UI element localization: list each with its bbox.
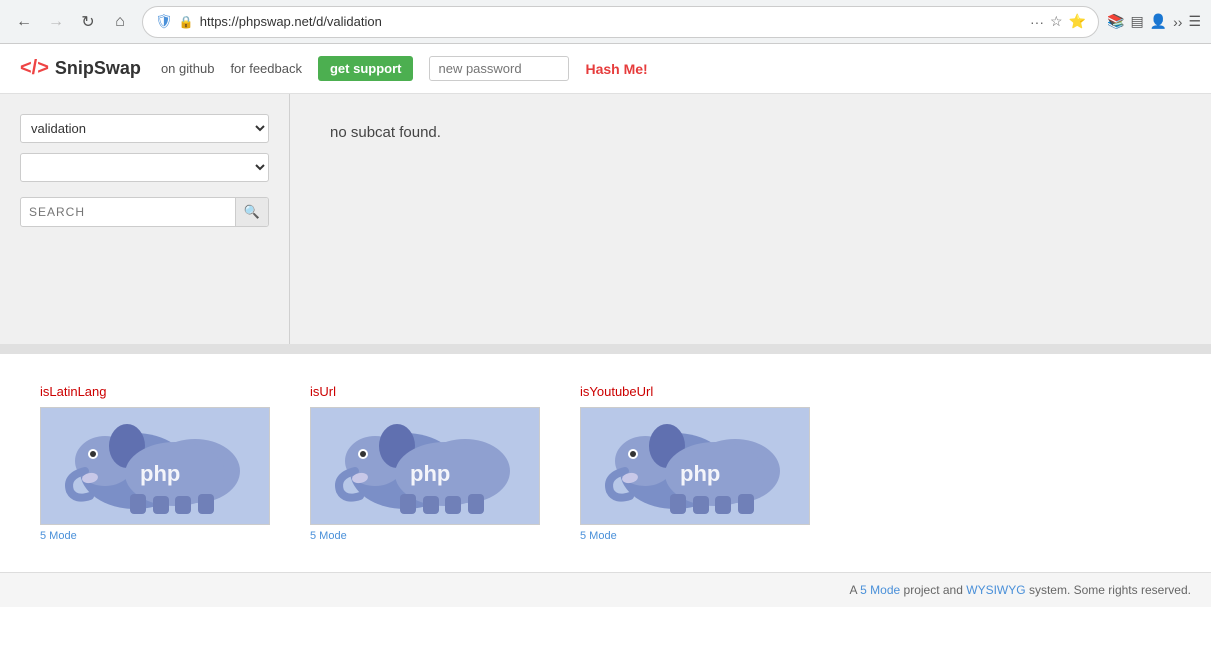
snippet-image[interactable]: php <box>310 407 540 525</box>
browser-chrome: ← → ↻ ⌂ 🛡 🔒 https://phpswap.net/d/valida… <box>0 0 1211 44</box>
app-header: </> SnipSwap on github for feedback get … <box>0 44 1211 94</box>
github-link[interactable]: on github <box>161 61 215 76</box>
search-button[interactable]: 🔍 <box>235 198 268 226</box>
footer-mode-link[interactable]: 5 Mode <box>860 583 900 597</box>
password-input[interactable] <box>429 56 569 81</box>
snippet-card: isUrl php <box>310 384 540 542</box>
svg-text:php: php <box>140 461 180 486</box>
svg-text:php: php <box>410 461 450 486</box>
nav-buttons: ← → ↻ ⌂ <box>10 8 134 36</box>
no-subcat-message: no subcat found. <box>330 124 441 141</box>
library-icon[interactable]: 📚 <box>1107 13 1124 30</box>
forward-button[interactable]: → <box>42 8 70 36</box>
sidebar: validation 🔍 <box>0 94 290 344</box>
snippet-image[interactable]: php <box>580 407 810 525</box>
feedback-link[interactable]: for feedback <box>230 61 302 76</box>
footer: A 5 Mode project and WYSIWYG system. Som… <box>0 572 1211 607</box>
snippet-title[interactable]: isYoutubeUrl <box>580 384 810 399</box>
overflow-icon[interactable]: ›› <box>1173 14 1182 30</box>
hash-me-button[interactable]: Hash Me! <box>585 61 647 77</box>
home-button[interactable]: ⌂ <box>106 8 134 36</box>
address-bar[interactable]: 🛡 🔒 https://phpswap.net/d/validation ···… <box>142 6 1099 38</box>
svg-text:php: php <box>680 461 720 486</box>
url-text: https://phpswap.net/d/validation <box>200 14 1024 29</box>
back-button[interactable]: ← <box>10 8 38 36</box>
mode-link[interactable]: 5 Mode <box>310 530 347 542</box>
snippet-card: isLatinLang <box>40 384 270 542</box>
logo-text: SnipSwap <box>55 58 141 79</box>
snippet-title[interactable]: isLatinLang <box>40 384 270 399</box>
footer-text-middle: project and <box>904 583 963 597</box>
snippet-mode: 5 Mode <box>580 530 810 542</box>
php-elephant-svg: php <box>55 416 255 516</box>
profile-icon[interactable]: 👤 <box>1150 13 1167 30</box>
mode-link[interactable]: 5 Mode <box>40 530 77 542</box>
snippet-title[interactable]: isUrl <box>310 384 540 399</box>
footer-text-prefix: A <box>849 583 856 597</box>
snippet-card: isYoutubeUrl php <box>580 384 810 542</box>
logo: </> SnipSwap <box>20 57 141 80</box>
category-select[interactable]: validation <box>20 114 269 143</box>
footer-wysiwyg-link[interactable]: WYSIWYG <box>966 583 1025 597</box>
bookmark-icon[interactable]: ☆ <box>1050 13 1063 30</box>
snippet-mode: 5 Mode <box>40 530 270 542</box>
lock-icon: 🔒 <box>179 15 194 29</box>
content-area: no subcat found. <box>290 94 1211 344</box>
reload-button[interactable]: ↻ <box>74 8 102 36</box>
php-elephant-svg: php <box>325 416 525 516</box>
get-support-button[interactable]: get support <box>318 56 414 81</box>
menu-icon[interactable]: ☰ <box>1188 13 1201 30</box>
address-bar-actions: ··· ☆ ⭐ <box>1030 13 1086 30</box>
header-nav: on github for feedback get support Hash … <box>161 56 648 81</box>
main-container: validation 🔍 no subcat found. <box>0 94 1211 344</box>
snippets-section: isLatinLang <box>0 354 1211 572</box>
php-elephant-svg: php <box>595 416 795 516</box>
snippet-mode: 5 Mode <box>310 530 540 542</box>
search-box: 🔍 <box>20 197 269 227</box>
subcategory-select[interactable] <box>20 153 269 182</box>
reader-icon[interactable]: ▤ <box>1130 13 1143 30</box>
search-input[interactable] <box>21 199 235 225</box>
section-divider <box>0 344 1211 354</box>
logo-icon: </> <box>20 57 49 80</box>
mode-link[interactable]: 5 Mode <box>580 530 617 542</box>
snippet-image[interactable]: php <box>40 407 270 525</box>
snippets-grid: isLatinLang <box>40 384 1171 542</box>
shield-icon: 🛡 <box>155 13 173 30</box>
footer-text-suffix: system. Some rights reserved. <box>1029 583 1191 597</box>
browser-toolbar-right: 📚 ▤ 👤 ›› ☰ <box>1107 13 1201 30</box>
more-icon[interactable]: ··· <box>1030 14 1044 30</box>
star-icon[interactable]: ⭐ <box>1069 13 1086 30</box>
